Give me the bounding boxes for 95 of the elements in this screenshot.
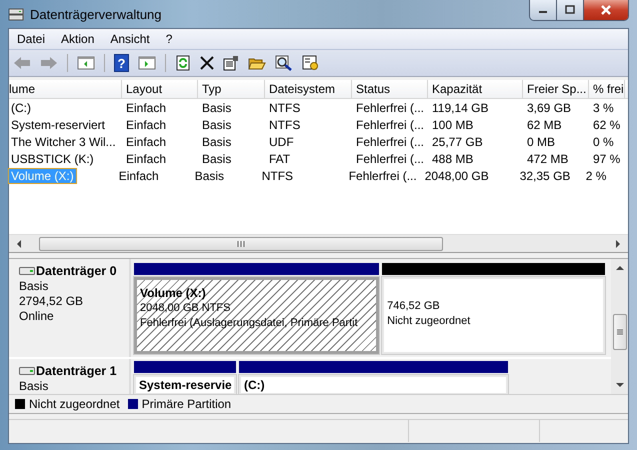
partition-name: Volume (X:) (140, 286, 207, 301)
partition-info: Fehlerfrei (Auslagerungsdatei, Primäre Partit (140, 316, 359, 331)
table-cell-text: Einfach (125, 134, 168, 148)
table-cell-text: Einfach (125, 152, 168, 166)
table-cell-text: 2048,00 GB (424, 168, 490, 182)
table-cell-text: Basis (201, 118, 232, 132)
table-cell-text: NTFS (268, 100, 302, 114)
column-header[interactable]: % frei (589, 80, 625, 98)
table-cell[interactable]: (C:) (9, 100, 122, 114)
disk-info: Online (19, 309, 55, 324)
table-cell-text: 2 % (584, 168, 608, 182)
panel-icon[interactable] (138, 55, 156, 71)
scroll-down-icon[interactable] (616, 383, 624, 388)
disk-info: Basis (19, 279, 50, 294)
menu-item[interactable]: Aktion (61, 32, 94, 46)
table-cell-text: Basis (201, 100, 232, 114)
partition-name: System-reservie (139, 378, 231, 393)
table-cell-text: Basis (194, 168, 226, 182)
properties-icon[interactable] (223, 55, 239, 71)
delete-icon[interactable] (200, 56, 214, 70)
grip-icon (236, 240, 246, 248)
partition-info: 746,52 GB (387, 299, 441, 314)
partition-info: 2048,00 GB NTFS (140, 301, 232, 316)
table-cell-text: 32,35 GB (518, 168, 572, 182)
table-cell-text: Fehlerfrei (... (348, 168, 418, 182)
horizontal-scrollbar[interactable] (9, 234, 628, 252)
table-cell-text: 0 MB (526, 134, 556, 148)
column-header[interactable]: Status (352, 80, 428, 98)
table-cell-text: Fehlerfrei (... (355, 118, 426, 132)
minimize-button[interactable] (530, 0, 557, 20)
close-button[interactable] (584, 0, 628, 20)
table-cell[interactable]: System-reserviert (9, 118, 122, 132)
help-icon[interactable]: ? (114, 54, 129, 72)
table-cell-text: FAT (268, 152, 292, 166)
grip-icon (616, 328, 624, 336)
table-cell-text: Einfach (125, 100, 168, 114)
table-cell-text: 119,14 GB (431, 100, 490, 114)
maximize-icon (564, 5, 576, 15)
table-cell-text: Fehlerfrei (... (355, 152, 426, 166)
table-cell-text: Einfach (125, 118, 168, 132)
legend-label: Nicht zugeordnet (29, 397, 120, 411)
table-cell-text: 25,77 GB (431, 134, 484, 148)
column-header[interactable]: Dateisystem (265, 80, 352, 98)
table-cell-text: 3,69 GB (526, 100, 572, 114)
panel-icon[interactable] (77, 55, 95, 71)
disk-info: Basis (19, 379, 50, 394)
table-cell-text: 3 % (592, 100, 615, 114)
table-cell-text: Basis (201, 152, 232, 166)
scroll-left-icon[interactable] (16, 240, 22, 248)
refresh-icon[interactable] (175, 55, 191, 71)
table-cell-text: NTFS (260, 168, 294, 182)
column-header[interactable]: Typ (198, 80, 265, 98)
scroll-up-icon[interactable] (616, 265, 624, 270)
table-cell-text: Fehlerfrei (... (355, 100, 426, 114)
partition[interactable]: 746,52 GB Nicht zugeordnet (382, 277, 605, 354)
partition[interactable]: Volume (X:) 2048,00 GB NTFS Fehlerfrei (Auslagerungsdatei, Primäre Partit (134, 277, 380, 354)
table-cell-text: Basis (201, 134, 232, 148)
vertical-scrollbar[interactable] (611, 259, 628, 394)
table-cell-text: 472 MB (526, 152, 570, 166)
disk-info: 2794,52 GB (19, 294, 84, 309)
table-cell-text: Fehlerfrei (... (355, 134, 426, 148)
table-cell-text: 488 MB (431, 152, 474, 166)
partition-name: (C:) (244, 378, 266, 393)
partition[interactable]: System-reservie (134, 375, 236, 394)
column-header[interactable]: Kapazität (428, 80, 523, 98)
table-cell-text: 100 MB (431, 118, 474, 132)
table-cell-text: UDF (268, 134, 295, 148)
disk-name[interactable]: Datenträger 0 (36, 264, 117, 278)
menu-item[interactable]: Ansicht (110, 32, 150, 46)
menu-item[interactable]: Datei (17, 32, 46, 46)
column-header[interactable]: Layout (122, 80, 198, 98)
window-title: Datenträgerverwaltung (30, 6, 162, 22)
table-cell-text: NTFS (268, 118, 302, 132)
table-cell-text: 0 % (592, 134, 615, 148)
scroll-right-icon[interactable] (615, 240, 621, 248)
disk-drive-icon (8, 6, 24, 22)
table-cell-text: 62 % (592, 118, 622, 132)
table-cell[interactable]: USBSTICK (K:) (9, 152, 122, 166)
column-header[interactable]: Freier Sp... (523, 80, 589, 98)
disk-drive-icon (19, 266, 35, 276)
table-cell-text: 97 % (592, 152, 622, 166)
search-icon[interactable] (275, 55, 293, 71)
disk-drive-icon (19, 366, 35, 376)
table-cell-text: 62 MB (526, 118, 563, 132)
settings-icon[interactable] (302, 55, 320, 71)
partition[interactable]: (C:) (239, 375, 508, 394)
table-cell-text: Einfach (118, 168, 160, 182)
disk-name[interactable]: Datenträger 1 (36, 364, 117, 378)
table-cell[interactable]: The Witcher 3 Wil... (9, 134, 122, 148)
close-icon (599, 5, 613, 15)
menu-item[interactable]: ? (166, 32, 172, 46)
maximize-button[interactable] (557, 0, 584, 20)
partition-info: Nicht zugeordnet (387, 314, 472, 329)
column-header[interactable]: lume (9, 80, 122, 98)
legend-label: Primäre Partition (142, 397, 232, 411)
